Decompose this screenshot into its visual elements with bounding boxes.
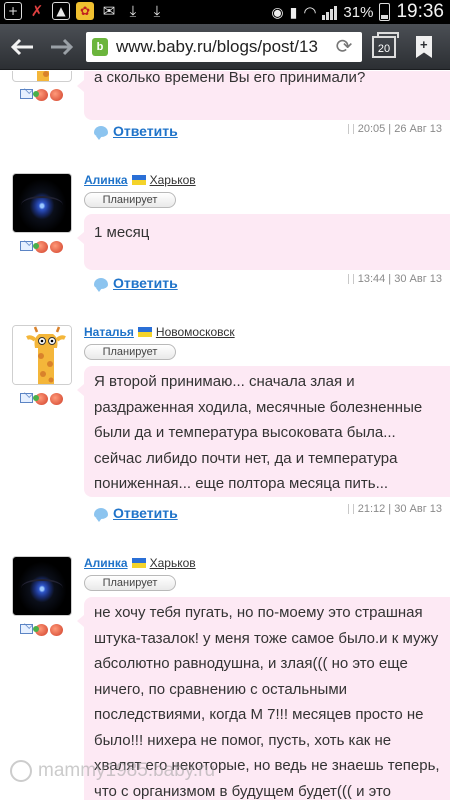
add-friend-icon[interactable] [33,241,48,253]
avatar[interactable] [12,556,72,616]
author-city[interactable]: Новомосковск [156,325,235,339]
quote-icon [347,504,354,514]
battery-percent: 31% [343,3,374,21]
site-favicon-icon: b [92,38,108,56]
gift-icon[interactable] [50,624,63,636]
missed-call-icon: ✗ [30,2,44,20]
battery-icon [379,3,391,21]
giraffe-icon [37,71,49,81]
author-name[interactable]: Наталья [84,325,134,339]
reply-link[interactable]: Ответить [94,275,178,292]
clock: 19:36 [396,1,444,22]
author-city[interactable]: Харьков [150,556,196,570]
comment-meta: 20:05 | 26 Авг 13 [347,123,442,135]
tabs-button[interactable]: 20 [372,32,399,58]
status-badge: Планирует [84,192,176,208]
user-actions [20,624,63,636]
refresh-icon[interactable]: ⟳ [332,35,356,59]
flag-icon [131,558,146,568]
add-friend-icon[interactable] [33,89,48,101]
signal-icon [322,4,338,20]
author-city[interactable]: Харьков [150,173,196,187]
comment-text: а сколько времени Вы его принимали? [94,71,366,86]
add-friend-icon[interactable] [33,393,48,405]
bookmark-add-icon: + [420,37,428,52]
forward-button[interactable] [44,30,80,64]
reply-label: Ответить [113,275,178,291]
comment-text: 1 месяц [94,224,150,241]
reply-link[interactable]: Ответить [94,123,178,140]
browser-toolbar: b www.baby.ru/blogs/post/13 ⟳ 20 + [0,24,450,70]
message-icon[interactable] [20,624,33,634]
speech-bubble-icon [94,277,108,292]
gift-icon[interactable] [50,393,63,405]
author-line: Алинка Харьков [84,556,196,570]
url-text[interactable]: www.baby.ru/blogs/post/13 [116,37,330,57]
eye-icon: ◉ [271,3,284,20]
comment-meta: 13:44 | 30 Авг 13 [347,273,442,285]
reply-label: Ответить [113,505,178,521]
comment-text: Я второй принимаю... сначала злая и разд… [94,373,423,492]
reply-link[interactable]: Ответить [94,505,178,522]
sim-icon: ▮ [289,3,298,20]
notification-icons: + ✗ ▲ ✿ ✉ ⤓ ⤓ [4,2,166,20]
flag-icon [131,175,146,185]
avatar[interactable] [12,173,72,233]
speech-bubble-icon [94,507,108,522]
comment-bubble: а сколько времени Вы его принимали? [77,71,450,120]
back-button[interactable] [4,30,40,64]
watermark: mammy1985.baby.ru [10,760,215,782]
mail-icon: ✉ [102,2,116,20]
add-icon: + [4,2,22,20]
reply-label: Ответить [113,123,178,139]
author-name[interactable]: Алинка [84,556,128,570]
address-bar[interactable]: b www.baby.ru/blogs/post/13 ⟳ [86,32,362,62]
status-badge: Планирует [84,575,176,591]
arrow-right-icon [51,38,74,56]
wifi-icon: ◠ [303,4,317,21]
avatar[interactable] [12,71,72,82]
gift-icon[interactable] [50,241,63,253]
speech-bubble-icon [94,125,108,140]
author-line: Алинка Харьков [84,173,196,187]
comment-bubble: 1 месяц [77,214,450,270]
quote-icon [347,124,354,134]
add-friend-icon[interactable] [33,624,48,636]
watermark-logo-icon [10,760,32,782]
comment-timestamp: 13:44 | 30 Авг 13 [357,273,442,285]
quote-icon [347,274,354,284]
gallery-icon: ▲ [52,2,70,20]
tabs-count: 20 [377,43,391,55]
watermark-text: mammy1985.baby.ru [38,760,216,781]
message-icon[interactable] [20,89,33,99]
gift-icon[interactable] [50,89,63,101]
comment-bubble: Я второй принимаю... сначала злая и разд… [77,366,450,497]
page-content: а сколько времени Вы его принимали? Отве… [0,71,450,800]
flag-icon [137,327,152,337]
status-badge: Планирует [84,344,176,360]
download-icon: ⤓ [153,2,161,20]
app-notification-icon: ✿ [76,2,94,20]
comment-timestamp: 20:05 | 26 Авг 13 [357,123,442,135]
user-actions [20,89,63,101]
comment-timestamp: 21:12 | 30 Авг 13 [357,503,442,515]
message-icon[interactable] [20,241,33,251]
user-actions [20,393,63,405]
arrow-left-icon [10,38,33,56]
user-actions [20,241,63,253]
status-bar: + ✗ ▲ ✿ ✉ ⤓ ⤓ ◉ ▮ ◠ 31% 19:36 [0,0,450,24]
author-name[interactable]: Алинка [84,173,128,187]
avatar[interactable] [12,325,72,385]
download-icon: ⤓ [129,2,137,20]
message-icon[interactable] [20,393,33,403]
comment-meta: 21:12 | 30 Авг 13 [347,503,442,515]
giraffe-icon [13,326,71,384]
author-line: Наталья Новомосковск [84,325,235,339]
